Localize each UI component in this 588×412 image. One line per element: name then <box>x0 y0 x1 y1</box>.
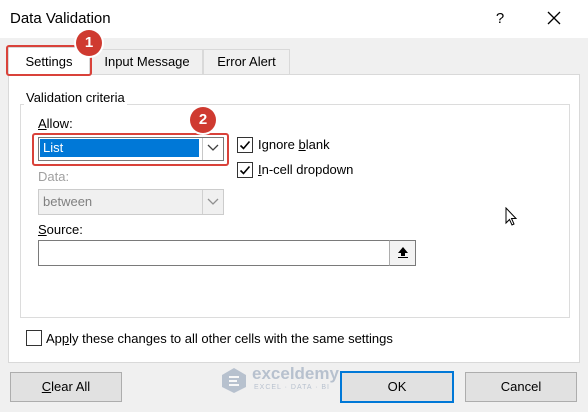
exceldemy-logo-icon <box>222 368 246 393</box>
window-title: Data Validation <box>10 10 111 27</box>
chevron-down-icon <box>207 198 219 205</box>
step-badge-1: 1 <box>76 30 102 56</box>
chevron-down-icon <box>207 144 219 151</box>
tab-settings[interactable]: Settings <box>8 47 90 75</box>
close-button[interactable] <box>541 8 567 30</box>
cancel-button[interactable]: Cancel <box>465 372 577 402</box>
allow-select-value: List <box>40 139 199 157</box>
mouse-cursor-icon <box>505 207 518 226</box>
watermark-tagline: EXCEL · DATA · BI <box>254 384 330 391</box>
data-validation-dialog: Data Validation ? Settings Input Message… <box>0 0 588 412</box>
checkmark-icon <box>239 165 251 175</box>
watermark-name: exceldemy <box>252 364 339 383</box>
data-label: Data: <box>38 169 70 184</box>
clear-all-button[interactable]: Clear All <box>10 372 122 402</box>
step-badge-2: 2 <box>190 107 216 133</box>
collapse-dialog-icon <box>397 247 408 258</box>
in-cell-dropdown-label: In-cell dropdown <box>258 162 354 177</box>
data-select: between <box>38 189 224 215</box>
apply-all-checkbox[interactable] <box>26 330 42 346</box>
close-icon <box>547 11 561 25</box>
ignore-blank-checkbox[interactable] <box>237 137 253 153</box>
allow-select[interactable]: List <box>38 137 224 161</box>
tab-error-alert[interactable]: Error Alert <box>203 49 290 74</box>
source-label: Source: <box>38 222 83 237</box>
allow-dropdown-button[interactable] <box>202 138 223 160</box>
allow-label: Allow: <box>38 116 73 131</box>
ignore-blank-label: Ignore blank <box>258 137 330 152</box>
data-dropdown-button <box>202 190 223 214</box>
source-input[interactable] <box>38 240 390 266</box>
checkmark-icon <box>239 140 251 150</box>
apply-all-label: Apply these changes to all other cells w… <box>46 331 393 346</box>
source-range-picker-button[interactable] <box>389 240 416 266</box>
in-cell-dropdown-checkbox[interactable] <box>237 162 253 178</box>
ok-button[interactable]: OK <box>340 371 454 403</box>
validation-criteria-legend: Validation criteria <box>24 90 127 105</box>
tab-input-message[interactable]: Input Message <box>91 49 203 74</box>
data-select-value: between <box>43 194 93 209</box>
help-button[interactable]: ? <box>487 8 513 30</box>
